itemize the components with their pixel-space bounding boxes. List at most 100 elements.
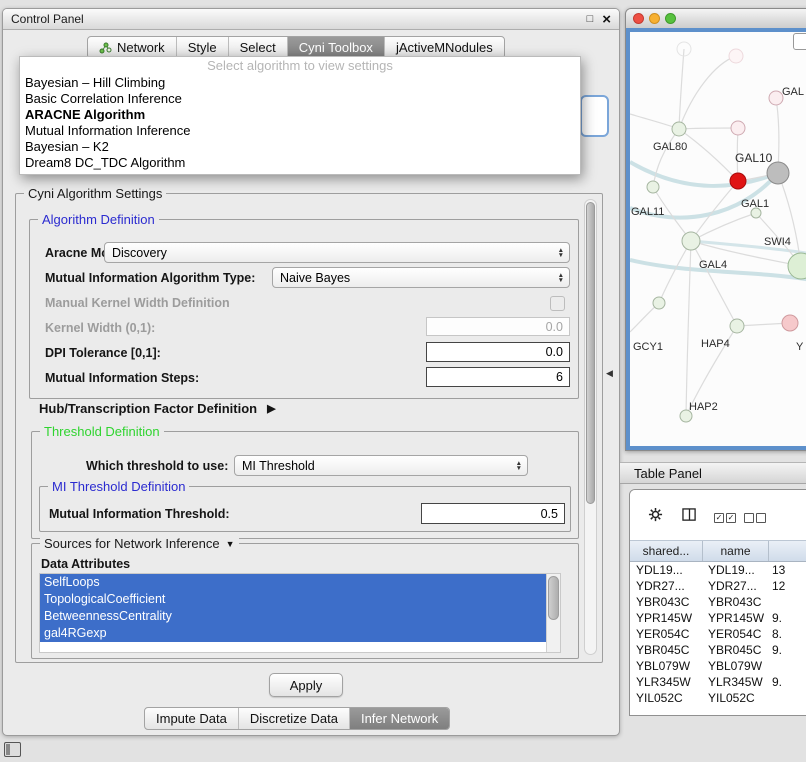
network-node[interactable] (769, 91, 783, 105)
hub-transcription-factor-section[interactable]: Hub/Transcription Factor Definition ▶ (39, 401, 276, 416)
collapse-down-icon[interactable]: ▼ (226, 539, 235, 549)
zoom-traffic-light[interactable] (665, 13, 676, 24)
table-window: ✓✓ shared... name YDL19...YDL19...13YDR2… (629, 489, 806, 716)
table-row[interactable]: YER054CYER054C8. (630, 626, 806, 642)
column-header-name[interactable]: name (703, 541, 769, 561)
data-attributes-list[interactable]: SelfLoops TopologicalCoefficient Between… (39, 573, 561, 653)
table-row[interactable]: YLR345WYLR345W9. (630, 674, 806, 690)
network-node-label: GAL10 (735, 151, 773, 165)
mi-threshold-field[interactable]: 0.5 (421, 503, 565, 524)
network-node[interactable] (730, 319, 744, 333)
settings-scrollbar[interactable] (584, 199, 597, 655)
desktop: Control Panel □ × Network Style Select C… (0, 0, 806, 762)
combobox-arrows-icon: ▲▼ (516, 461, 522, 471)
tab-style[interactable]: Style (177, 37, 229, 58)
algorithm-option-bayesian-k2[interactable]: Bayesian – K2 (20, 139, 580, 155)
window-corner-widget[interactable] (793, 33, 806, 50)
close-traffic-light[interactable] (633, 13, 644, 24)
network-node[interactable] (731, 121, 745, 135)
tab-discretize-data[interactable]: Discretize Data (239, 708, 350, 729)
network-node-hub[interactable] (767, 162, 789, 184)
table-row[interactable]: YPR145WYPR145W9. (630, 610, 806, 626)
apply-button[interactable]: Apply (269, 673, 343, 697)
attributes-list-scrollbar[interactable] (546, 574, 560, 652)
algorithm-option-basic-correlation[interactable]: Basic Correlation Inference (20, 91, 580, 107)
columns-icon[interactable] (682, 508, 697, 522)
tab-jactivemnodules[interactable]: jActiveMNodules (385, 37, 504, 58)
network-node[interactable] (729, 49, 743, 63)
combobox-arrows-icon: ▲▼ (558, 273, 564, 283)
table-row[interactable]: YDR27...YDR27...12 (630, 578, 806, 594)
minimized-panel-icon[interactable] (4, 742, 21, 757)
table-row[interactable]: YBR045CYBR045C9. (630, 642, 806, 658)
network-node-label: GAL80 (653, 141, 687, 153)
dpi-tolerance-field[interactable]: 0.0 (426, 342, 570, 362)
cell-shared: YPR145W (630, 611, 703, 625)
float-window-icon[interactable]: □ (587, 13, 594, 25)
column-header-shared[interactable]: shared... (630, 541, 703, 561)
cell-name: YER054C (703, 627, 769, 641)
table-row[interactable]: YBR043CYBR043C (630, 594, 806, 610)
scrollbar-thumb[interactable] (548, 576, 559, 620)
network-node[interactable] (647, 181, 659, 193)
network-node[interactable] (672, 122, 686, 136)
mi-steps-field[interactable]: 6 (426, 367, 570, 387)
cell-shared: YBR043C (630, 595, 703, 609)
popup-placeholder: Select algorithm to view settings (20, 57, 580, 75)
gear-icon[interactable] (648, 507, 663, 522)
aracne-mode-combobox[interactable]: Discovery ▲▼ (104, 242, 570, 263)
table-panel-header[interactable]: Table Panel (620, 462, 806, 484)
cell-extra: 13 (769, 563, 806, 577)
network-node[interactable] (682, 232, 700, 250)
mi-threshold-label: Mutual Information Threshold: (49, 507, 230, 521)
mi-algorithm-type-label: Mutual Information Algorithm Type: (45, 271, 255, 285)
control-panel-window: Control Panel □ × Network Style Select C… (2, 8, 620, 736)
attribute-item-selected[interactable]: BetweennessCentrality (40, 608, 547, 625)
network-graph[interactable]: GAL GAL80 GAL10 GAL11 GAL1 SWI4 GAL4 GCY… (630, 32, 806, 450)
tab-label: jActiveMNodules (396, 40, 493, 55)
mi-steps-label: Mutual Information Steps: (45, 371, 199, 385)
tab-impute-data[interactable]: Impute Data (145, 708, 239, 729)
which-threshold-combobox[interactable]: MI Threshold ▲▼ (234, 455, 528, 476)
expand-right-icon[interactable]: ▶ (267, 402, 275, 415)
checked-boxes-icon[interactable]: ✓✓ (714, 513, 736, 523)
scrollbar-thumb[interactable] (586, 202, 595, 504)
tab-cyni-toolbox[interactable]: Cyni Toolbox (288, 37, 385, 58)
algorithm-option-aracne[interactable]: ARACNE Algorithm (20, 107, 580, 123)
table-row[interactable]: YDL19...YDL19...13 (630, 562, 806, 578)
cell-name: YLR345W (703, 675, 769, 689)
table-header-row[interactable]: shared... name (630, 540, 806, 562)
algorithm-dropdown-popup: Select algorithm to view settings Bayesi… (19, 56, 581, 175)
sources-group-title[interactable]: Sources for Network Inference ▼ (40, 536, 239, 551)
manual-kernel-width-checkbox[interactable] (550, 296, 565, 311)
table-row[interactable]: YBL079WYBL079W (630, 658, 806, 674)
minimize-traffic-light[interactable] (649, 13, 660, 24)
algorithm-option-bayesian-hill-climbing[interactable]: Bayesian – Hill Climbing (20, 75, 580, 91)
tab-network[interactable]: Network (88, 37, 177, 58)
tab-label: Network (117, 40, 165, 55)
combobox-arrows-icon: ▲▼ (558, 248, 564, 258)
mi-algorithm-type-combobox[interactable]: Naive Bayes ▲▼ (272, 267, 570, 288)
network-canvas[interactable]: GAL GAL80 GAL10 GAL11 GAL1 SWI4 GAL4 GCY… (626, 28, 806, 450)
column-header-extra[interactable] (769, 541, 806, 561)
network-nodes[interactable] (647, 42, 806, 422)
algorithm-option-dream8[interactable]: Dream8 DC_TDC Algorithm (20, 155, 580, 171)
cell-name: YPR145W (703, 611, 769, 625)
splitter-collapse-icon[interactable]: ◀ (606, 368, 613, 379)
attribute-item-selected[interactable]: gal4RGexp (40, 625, 547, 642)
control-panel-titlebar[interactable]: Control Panel □ × (3, 9, 619, 30)
network-window-titlebar[interactable] (626, 9, 806, 29)
network-node-highlighted[interactable] (730, 173, 746, 189)
tab-select[interactable]: Select (229, 37, 288, 58)
network-node[interactable] (782, 315, 798, 331)
tab-infer-network[interactable]: Infer Network (350, 708, 449, 729)
algorithm-combobox-focus-ring[interactable] (580, 95, 609, 137)
algorithm-option-mutual-information[interactable]: Mutual Information Inference (20, 123, 580, 139)
network-node[interactable] (653, 297, 665, 309)
close-window-icon[interactable]: × (602, 12, 611, 27)
network-node[interactable] (788, 253, 806, 279)
attribute-item-selected[interactable]: TopologicalCoefficient (40, 591, 547, 608)
unchecked-boxes-icon[interactable] (744, 513, 766, 523)
table-row[interactable]: YIL052CYIL052C (630, 690, 806, 706)
attribute-item-selected[interactable]: SelfLoops (40, 574, 547, 591)
